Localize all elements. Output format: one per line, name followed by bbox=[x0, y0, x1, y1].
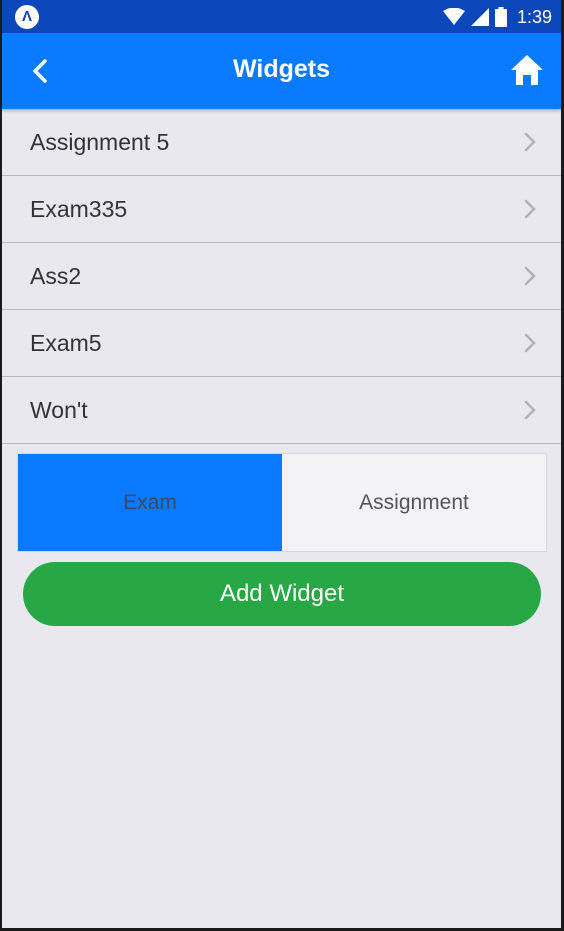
list-item[interactable]: Assignment 5 bbox=[2, 109, 561, 176]
list-item-label: Assignment 5 bbox=[30, 128, 170, 155]
list-item[interactable]: Exam335 bbox=[2, 176, 561, 243]
home-button[interactable] bbox=[509, 53, 545, 87]
status-icons: 1:39 bbox=[442, 6, 552, 28]
wifi-icon bbox=[442, 8, 465, 25]
chevron-right-icon bbox=[524, 132, 536, 152]
list-item-label: Won't bbox=[30, 396, 88, 423]
status-time: 1:39 bbox=[516, 6, 552, 27]
widget-list: Assignment 5 Exam335 Ass2 Exam5 Won't bbox=[2, 109, 561, 444]
list-item-label: Exam335 bbox=[30, 195, 128, 222]
chevron-right-icon bbox=[524, 333, 536, 353]
list-item-label: Exam5 bbox=[30, 329, 102, 356]
segment-exam[interactable]: Exam bbox=[18, 454, 282, 551]
list-item-label: Ass2 bbox=[30, 262, 82, 289]
widget-type-selector: Exam Assignment bbox=[17, 453, 547, 552]
battery-icon bbox=[494, 7, 507, 27]
add-widget-button[interactable]: Add Widget bbox=[23, 562, 541, 626]
list-item[interactable]: Exam5 bbox=[2, 310, 561, 377]
cell-signal-icon bbox=[470, 8, 489, 26]
list-item[interactable]: Won't bbox=[2, 377, 561, 444]
frame-border-left bbox=[0, 0, 2, 931]
app-bar: Widgets bbox=[2, 33, 561, 109]
chevron-right-icon bbox=[524, 199, 536, 219]
page-title: Widgets bbox=[233, 55, 330, 83]
list-item[interactable]: Ass2 bbox=[2, 243, 561, 310]
chevron-right-icon bbox=[524, 266, 536, 286]
home-icon bbox=[511, 55, 543, 85]
segment-assignment[interactable]: Assignment bbox=[282, 454, 546, 551]
status-bar: Λ 1:39 bbox=[0, 0, 564, 33]
chevron-right-icon bbox=[524, 400, 536, 420]
app-logo-icon: Λ bbox=[15, 5, 39, 29]
